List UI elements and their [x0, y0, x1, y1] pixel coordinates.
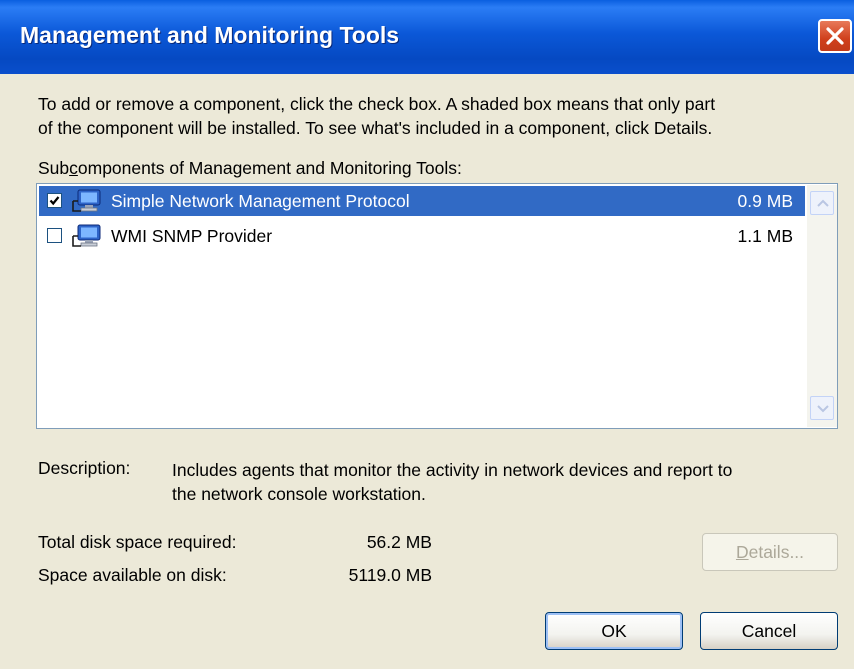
list-item-size: 1.1 MB [737, 226, 793, 246]
cancel-button[interactable]: Cancel [700, 612, 838, 650]
description-label: Description: [38, 458, 131, 478]
chevron-down-icon [817, 405, 829, 413]
instructions-text: To add or remove a component, click the … [38, 92, 838, 140]
wmi-snmp-checkbox[interactable] [47, 228, 62, 243]
checkmark-icon [49, 196, 60, 206]
title-bar[interactable]: Management and Monitoring Tools [0, 0, 854, 74]
list-item-name: WMI SNMP Provider [111, 226, 273, 246]
disk-required-label: Total disk space required: [38, 532, 237, 552]
list-item-name: Simple Network Management Protocol [111, 191, 410, 211]
chevron-up-icon [817, 199, 829, 207]
details-accel: D [735, 542, 749, 562]
ok-button[interactable]: OK [545, 612, 683, 650]
dialog-window: Management and Monitoring Tools To add o… [0, 0, 854, 669]
details-label: etails... [748, 542, 805, 562]
scroll-up-button[interactable] [810, 191, 834, 215]
description-text: Includes agents that monitor the activit… [172, 458, 842, 506]
window-title: Management and Monitoring Tools [20, 22, 400, 48]
description-line-1: Includes agents that monitor the activit… [172, 460, 733, 480]
network-computer-icon [72, 189, 101, 212]
disk-available-value: 5119.0 MB [348, 565, 432, 585]
disk-required-value: 56.2 MB [366, 532, 432, 552]
network-computer-icon [72, 224, 101, 247]
subcomponents-label-accel: c [69, 158, 78, 178]
description-line-2: the network console workstation. [172, 484, 426, 504]
list-item-wmi-snmp[interactable]: WMI SNMP Provider 1.1 MB [39, 221, 805, 251]
snmp-checkbox[interactable] [47, 193, 62, 208]
list-item-size: 0.9 MB [737, 191, 793, 211]
subcomponents-label-prefix: Sub [38, 158, 70, 178]
close-button[interactable] [818, 19, 852, 53]
scroll-down-button[interactable] [810, 396, 834, 420]
disk-available-label: Space available on disk: [38, 565, 227, 585]
subcomponents-label-suffix: omponents of Management and Monitoring T… [77, 158, 462, 178]
cancel-label: Cancel [741, 621, 797, 641]
details-button[interactable]: Details... [702, 533, 838, 571]
instructions-line-1: To add or remove a component, click the … [38, 94, 716, 114]
list-scrollbar[interactable] [807, 185, 837, 427]
instructions-line-2: of the component will be installed. To s… [38, 118, 713, 138]
subcomponents-label: Subcomponents of Management and Monitori… [38, 158, 462, 179]
subcomponents-list[interactable]: Simple Network Management Protocol 0.9 M… [36, 183, 838, 429]
close-icon [826, 27, 844, 45]
list-item-snmp[interactable]: Simple Network Management Protocol 0.9 M… [39, 186, 805, 216]
ok-label: OK [601, 621, 627, 641]
